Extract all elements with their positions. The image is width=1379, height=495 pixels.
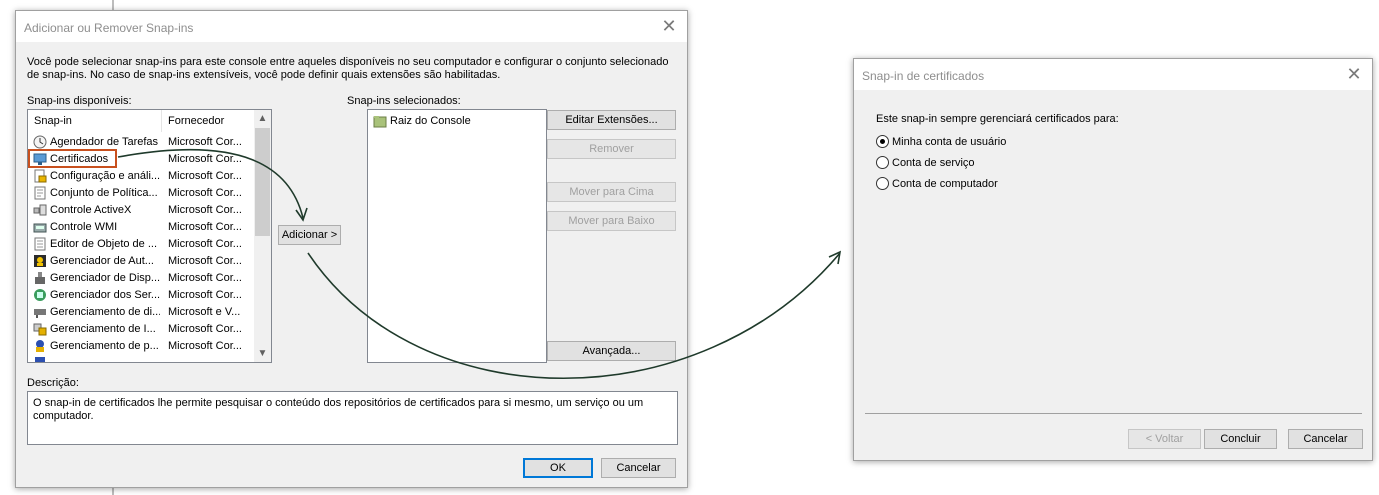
snapin-vendor: Microsoft Cor... <box>168 221 242 233</box>
disk-management-icon <box>34 309 46 318</box>
remove-button[interactable]: Remover <box>547 139 676 159</box>
list-header: Snap-in Fornecedor <box>28 110 271 132</box>
snapin-name: Gerenciamento de di... <box>50 306 160 318</box>
partial-item-icon <box>35 357 45 362</box>
scroll-up-icon[interactable]: ▲ <box>254 110 271 127</box>
intro-text: Você pode selecionar snap-ins para este … <box>27 56 669 81</box>
snapin-vendor: Microsoft Cor... <box>168 289 242 301</box>
finish-button[interactable]: Concluir <box>1204 429 1277 449</box>
snapin-vendor: Microsoft Cor... <box>168 204 242 216</box>
snapin-name: Editor de Objeto de ... <box>50 238 158 250</box>
cancel-button[interactable]: Cancelar <box>1288 429 1363 449</box>
list-item-gerenciamento-p[interactable]: Gerenciamento de p... Microsoft Cor... <box>28 338 253 355</box>
list-item-configuracao[interactable]: Configuração e análi... Microsoft Cor... <box>28 168 253 185</box>
available-snapins-label: Snap-ins disponíveis: <box>27 95 132 107</box>
close-icon[interactable]: ✕ <box>1344 64 1364 84</box>
list-item-raiz-console[interactable]: Raiz do Console <box>368 113 538 130</box>
list-item-conjunto-politica[interactable]: Conjunto de Política... Microsoft Cor... <box>28 185 253 202</box>
security-config-icon <box>34 169 47 183</box>
arrowhead-dialog <box>828 250 842 265</box>
clock-icon <box>33 135 47 149</box>
vertical-scrollbar[interactable]: ▲ ▼ <box>254 110 271 362</box>
cancel-button[interactable]: Cancelar <box>601 458 676 478</box>
snapin-name: Gerenciamento de p... <box>50 340 159 352</box>
server-manager-icon <box>34 289 46 301</box>
scroll-down-icon[interactable]: ▼ <box>254 345 271 362</box>
add-remove-snapins-dialog: Adicionar ou Remover Snap-ins ✕ Você pod… <box>15 10 688 488</box>
title-bar: Adicionar ou Remover Snap-ins ✕ <box>16 11 687 42</box>
list-item-wmi[interactable]: Controle WMI Microsoft Cor... <box>28 219 253 236</box>
activex-icon <box>33 204 47 216</box>
add-button[interactable]: Adicionar > <box>278 225 341 245</box>
edit-extensions-button[interactable]: Editar Extensões... <box>547 110 676 130</box>
snapin-name: Gerenciador dos Ser... <box>50 289 160 301</box>
description-text: O snap-in de certificados lhe permite pe… <box>33 397 644 422</box>
dialog-title: Snap-in de certificados <box>862 69 985 83</box>
available-snapins-list[interactable]: Snap-in Fornecedor Agendador de Tarefas … <box>27 109 272 363</box>
radio-label-computer-account[interactable]: Conta de computador <box>892 178 998 190</box>
radio-label-user-account[interactable]: Minha conta de usuário <box>892 136 1006 148</box>
wmi-icon <box>33 223 47 233</box>
snapin-vendor: Microsoft Cor... <box>168 323 242 335</box>
description-box: O snap-in de certificados lhe permite pe… <box>27 391 678 445</box>
selected-snapins-list[interactable]: Raiz do Console <box>367 109 547 363</box>
column-separator <box>161 110 162 132</box>
snapin-name: Gerenciador de Disp... <box>50 272 160 284</box>
move-down-button[interactable]: Mover para Baixo <box>547 211 676 231</box>
snapin-vendor: Microsoft Cor... <box>168 170 242 182</box>
certificates-snapin-dialog: Snap-in de certificados ✕ Este snap-in s… <box>853 58 1373 461</box>
folder-icon <box>373 116 387 128</box>
snapin-vendor: Microsoft Cor... <box>168 255 242 267</box>
list-item-gerenciamento-i[interactable]: Gerenciamento de I... Microsoft Cor... <box>28 321 253 338</box>
snapin-name: Conjunto de Política... <box>50 187 158 199</box>
radio-user-account[interactable] <box>876 135 889 148</box>
selected-snapin-name: Raiz do Console <box>390 115 471 127</box>
snapin-vendor: Microsoft Cor... <box>168 238 242 250</box>
selected-snapins-label: Snap-ins selecionados: <box>347 95 461 107</box>
gpo-editor-icon <box>34 237 46 251</box>
list-item-activex[interactable]: Controle ActiveX Microsoft Cor... <box>28 202 253 219</box>
scroll-thumb[interactable] <box>255 128 270 236</box>
snapin-vendor: Microsoft Cor... <box>168 340 242 352</box>
radio-computer-account[interactable] <box>876 177 889 190</box>
snapin-name: Controle WMI <box>50 221 118 233</box>
dialog-title: Adicionar ou Remover Snap-ins <box>24 21 194 35</box>
snapin-vendor: Microsoft e V... <box>168 306 241 318</box>
certificados-highlight-box <box>28 149 117 168</box>
list-item-partial <box>28 355 253 362</box>
snapin-vendor: Microsoft Cor... <box>168 187 242 199</box>
snapin-vendor: Microsoft Cor... <box>168 153 242 165</box>
snapin-name: Gerenciamento de I... <box>50 323 156 335</box>
radio-service-account[interactable] <box>876 156 889 169</box>
column-header-vendor[interactable]: Fornecedor <box>168 115 224 127</box>
back-button[interactable]: < Voltar <box>1128 429 1201 449</box>
policy-icon <box>34 186 46 200</box>
title-bar: Snap-in de certificados ✕ <box>854 59 1372 90</box>
snapin-name: Gerenciador de Aut... <box>50 255 154 267</box>
list-item-gerenciador-disp[interactable]: Gerenciador de Disp... Microsoft Cor... <box>28 270 253 287</box>
advanced-button[interactable]: Avançada... <box>547 341 676 361</box>
radio-label-service-account[interactable]: Conta de serviço <box>892 157 975 169</box>
move-up-button[interactable]: Mover para Cima <box>547 182 676 202</box>
policy-management-icon <box>36 340 44 352</box>
snapin-vendor: Microsoft Cor... <box>168 272 242 284</box>
list-item-editor-objeto[interactable]: Editor de Objeto de ... Microsoft Cor... <box>28 236 253 253</box>
snapin-name: Configuração e análi... <box>50 170 160 182</box>
list-item-gerenciador-ser[interactable]: Gerenciador dos Ser... Microsoft Cor... <box>28 287 253 304</box>
button-separator <box>865 413 1362 414</box>
authorization-icon <box>34 255 46 267</box>
prompt-text: Este snap-in sempre gerenciará certifica… <box>876 113 1119 125</box>
column-header-snapin[interactable]: Snap-in <box>34 115 72 127</box>
snapin-name: Agendador de Tarefas <box>50 136 159 148</box>
list-item-gerenciamento-di[interactable]: Gerenciamento de di... Microsoft e V... <box>28 304 253 321</box>
ok-button[interactable]: OK <box>523 458 593 478</box>
close-icon[interactable]: ✕ <box>659 16 679 36</box>
ip-management-icon <box>33 323 47 336</box>
device-manager-icon <box>35 272 45 284</box>
snapin-name: Controle ActiveX <box>50 204 132 216</box>
list-item-gerenciador-aut[interactable]: Gerenciador de Aut... Microsoft Cor... <box>28 253 253 270</box>
description-label: Descrição: <box>27 377 79 389</box>
snapin-vendor: Microsoft Cor... <box>168 136 242 148</box>
